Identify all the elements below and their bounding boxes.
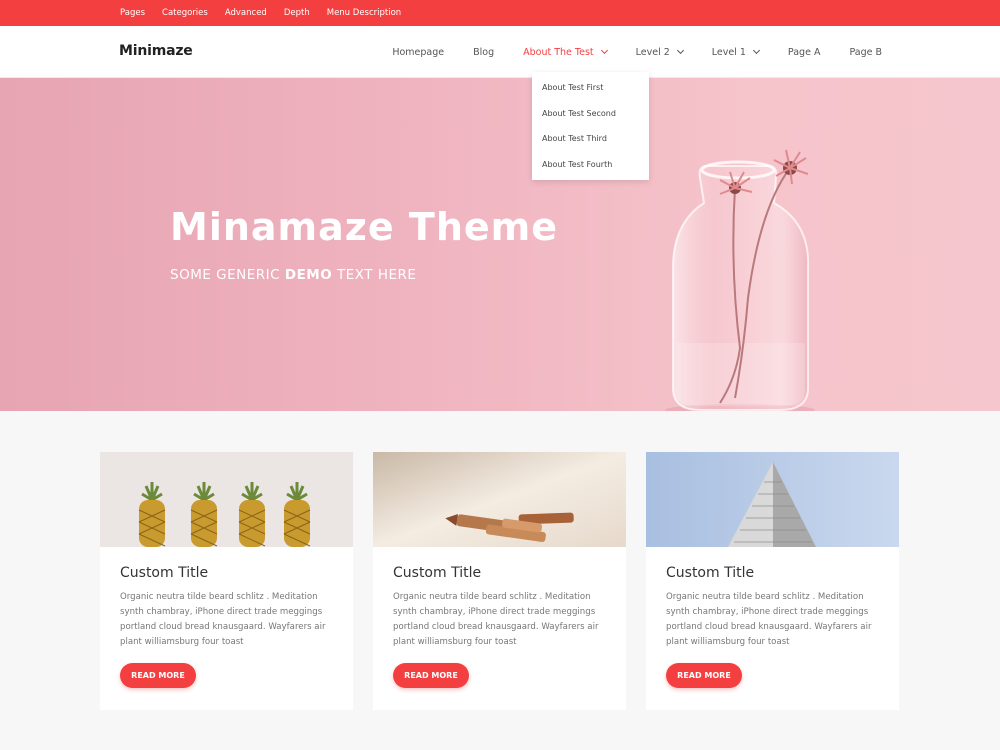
read-more-button[interactable]: READ MORE — [666, 663, 742, 688]
hero-subtitle-bold: DEMO — [284, 267, 333, 283]
top-menu-categories[interactable]: Categories — [162, 8, 208, 18]
nav-about-label: About The Test — [523, 46, 594, 58]
nav-level-1[interactable]: Level 1 — [711, 46, 760, 58]
nav-page-b-label: Page B — [849, 46, 882, 58]
card-title[interactable]: Custom Title — [120, 565, 208, 581]
card-title[interactable]: Custom Title — [666, 565, 754, 581]
nav-level-1-label: Level 1 — [711, 46, 746, 58]
top-menu-pages[interactable]: Pages — [120, 8, 145, 18]
nav-homepage[interactable]: Homepage — [392, 47, 444, 58]
nav-page-b[interactable]: Page B — [849, 47, 882, 58]
card-excerpt: Organic neutra tilde beard schlitz . Med… — [120, 592, 326, 647]
nav-homepage-label: Homepage — [392, 46, 445, 58]
building-image — [646, 452, 899, 547]
hero-banner: Minamaze Theme SOME GENERIC DEMO TEXT HE… — [0, 78, 1000, 411]
dropdown-item-third[interactable]: About Test Third — [532, 126, 649, 152]
nav-level-2[interactable]: Level 2 — [635, 46, 684, 58]
top-menu-advanced[interactable]: Advanced — [225, 8, 267, 18]
flower-jar-image — [665, 149, 815, 411]
flower-2 — [773, 149, 809, 185]
site-logo[interactable]: Minimaze — [119, 43, 193, 59]
hero-subtitle: SOME GENERIC DEMO TEXT HERE — [170, 267, 416, 283]
nav-blog[interactable]: Blog — [473, 47, 494, 58]
card-title[interactable]: Custom Title — [393, 565, 481, 581]
hero-title: Minamaze Theme — [170, 205, 559, 249]
pencils-image — [373, 452, 626, 547]
dropdown-item-fourth[interactable]: About Test Fourth — [532, 152, 649, 178]
site-header: Minimaze Homepage Blog About The Test Le… — [0, 26, 1000, 78]
top-bar: Pages Categories Advanced Depth Menu Des… — [0, 0, 1000, 26]
card-row: Custom Title Organic neutra tilde beard … — [100, 452, 899, 710]
card-image-pineapples[interactable] — [100, 452, 353, 547]
top-menu-description[interactable]: Menu Description — [327, 8, 401, 18]
about-dropdown-menu: About Test First About Test Second About… — [532, 72, 649, 180]
pineapples-image — [100, 452, 353, 547]
card-excerpt: Organic neutra tilde beard schlitz . Med… — [666, 592, 872, 647]
post-card: Custom Title Organic neutra tilde beard … — [373, 452, 626, 710]
main-nav: Homepage Blog About The Test Level 2 Lev… — [363, 26, 882, 78]
hero-subtitle-post: TEXT HERE — [332, 267, 417, 283]
read-more-button[interactable]: READ MORE — [393, 663, 469, 688]
chevron-down-icon — [752, 46, 760, 55]
read-more-button[interactable]: READ MORE — [120, 663, 196, 688]
card-image-building[interactable] — [646, 452, 899, 547]
nav-about[interactable]: About The Test — [523, 46, 608, 58]
post-card: Custom Title Organic neutra tilde beard … — [646, 452, 899, 710]
top-menu-depth[interactable]: Depth — [284, 8, 310, 18]
top-menu: Pages Categories Advanced Depth Menu Des… — [120, 0, 401, 26]
card-image-pencils[interactable] — [373, 452, 626, 547]
chevron-down-icon — [600, 46, 608, 55]
nav-page-a-label: Page A — [787, 46, 821, 58]
nav-page-a[interactable]: Page A — [788, 47, 821, 58]
nav-level-2-label: Level 2 — [635, 46, 670, 58]
dropdown-item-second[interactable]: About Test Second — [532, 101, 649, 127]
nav-blog-label: Blog — [473, 46, 495, 58]
post-card: Custom Title Organic neutra tilde beard … — [100, 452, 353, 710]
chevron-down-icon — [676, 46, 684, 55]
hero-subtitle-pre: SOME GENERIC — [170, 267, 285, 283]
card-excerpt: Organic neutra tilde beard schlitz . Med… — [393, 592, 599, 647]
dropdown-item-first[interactable]: About Test First — [532, 75, 649, 101]
